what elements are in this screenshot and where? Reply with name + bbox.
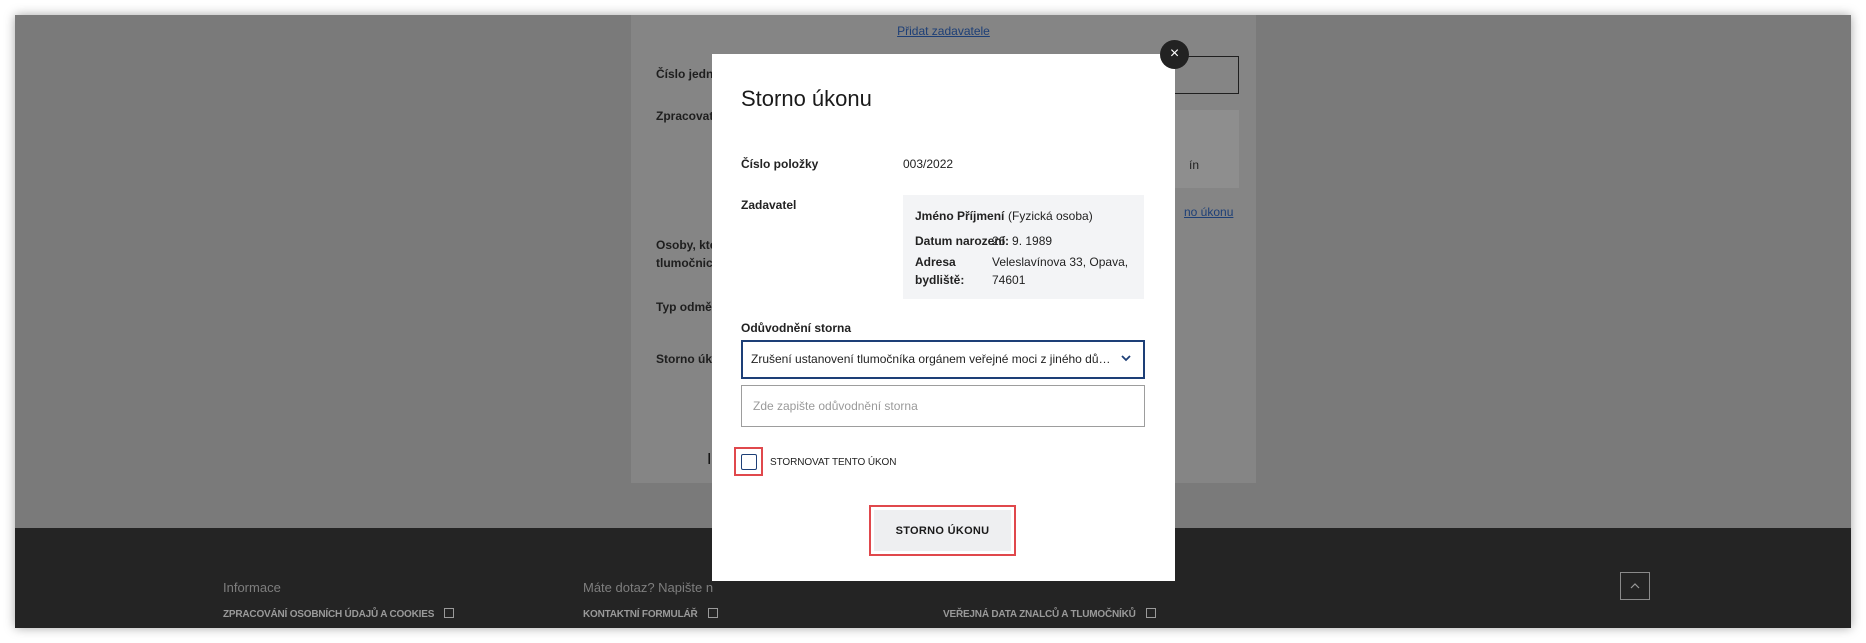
reason-label: Odůvodnění storna	[741, 321, 852, 335]
bg-info-panel	[1171, 110, 1239, 188]
chevron-down-icon	[1121, 355, 1131, 362]
footer-link-contact-label: KONTAKTNÍ FORMULÁŘ	[583, 609, 698, 620]
footer-link-public-data[interactable]: VEŘEJNÁ DATA ZNALCŮ A TLUMOČNÍKŮ	[943, 608, 1156, 620]
bg-label-interpreters: tlumočnic	[656, 256, 713, 270]
close-icon[interactable]: ×	[1160, 40, 1189, 69]
external-link-icon	[444, 608, 455, 618]
add-requester-link[interactable]: Přidat zadavatele	[631, 24, 1256, 38]
address-line-1: Veleslavínova 33, Opava,	[992, 255, 1129, 269]
confirm-checkbox[interactable]	[740, 453, 757, 470]
bg-partial-link: no úkonu	[1184, 205, 1234, 219]
confirm-checkbox-label[interactable]: STORNOVAT TENTO ÚKON	[770, 457, 896, 468]
reason-select[interactable]: Zrušení ustanovení tlumočníka orgánem ve…	[741, 340, 1145, 379]
requester-label: Zadavatel	[741, 198, 797, 212]
cancel-action-submit-button[interactable]: STORNO ÚKONU	[874, 510, 1011, 551]
bg-label-persons: Osoby, kte	[656, 238, 717, 252]
cancel-action-modal: Storno úkonu Číslo položky 003/2022 Zada…	[712, 54, 1175, 581]
confirm-checkbox-highlight	[734, 447, 763, 476]
footer-link-privacy[interactable]: ZPRACOVÁNÍ OSOBNÍCH ÚDAJŮ A COOKIES	[223, 608, 455, 620]
footer-title-contact: Máte dotaz? Napište n	[583, 580, 714, 595]
address-label-line-2: bydliště:	[915, 273, 965, 287]
address-label: Adresa bydliště:	[915, 253, 964, 289]
address-line-2: 74601	[992, 273, 1026, 287]
bg-label-reward-type: Typ odmě	[656, 300, 712, 314]
requester-card: Jméno Příjmení (Fyzická osoba) Datum nar…	[903, 195, 1144, 299]
bg-label-processor: Zpracovat	[656, 109, 714, 123]
reason-textarea[interactable]: Zde zapište odůvodnění storna	[741, 385, 1145, 427]
text-cursor-icon: I	[707, 451, 712, 468]
requester-dob-row: Datum narození: 26. 9. 1989	[915, 234, 1052, 248]
footer-link-privacy-label: ZPRACOVÁNÍ OSOBNÍCH ÚDAJŮ A COOKIES	[223, 609, 435, 620]
dob-value: 26. 9. 1989	[992, 234, 1053, 248]
bg-label-reference-number: Číslo jedna	[656, 67, 721, 81]
requester-type: (Fyzická osoba)	[1008, 209, 1093, 223]
external-link-icon	[1145, 608, 1156, 618]
item-number-value: 003/2022	[903, 157, 954, 171]
chevron-up-icon	[1630, 583, 1640, 589]
submit-button-highlight: STORNO ÚKONU	[869, 505, 1016, 556]
bg-label-cancel-action: Storno úk	[656, 352, 712, 366]
footer-link-public-data-label: VEŘEJNÁ DATA ZNALCŮ A TLUMOČNÍKŮ	[943, 609, 1136, 620]
footer-link-contact-form[interactable]: KONTAKTNÍ FORMULÁŘ	[583, 608, 718, 620]
address-label-line-1: Adresa	[915, 255, 956, 269]
requester-name: Jméno Příjmení	[915, 209, 1005, 223]
external-link-icon	[707, 608, 718, 618]
item-number-label: Číslo položky	[741, 157, 819, 171]
modal-title: Storno úkonu	[741, 86, 872, 111]
bg-partial-text: ín	[1189, 158, 1200, 172]
footer-title-info: Informace	[223, 580, 281, 595]
address-value: Veleslavínova 33, Opava, 74601	[992, 253, 1142, 289]
back-to-top-button[interactable]	[1620, 572, 1650, 600]
